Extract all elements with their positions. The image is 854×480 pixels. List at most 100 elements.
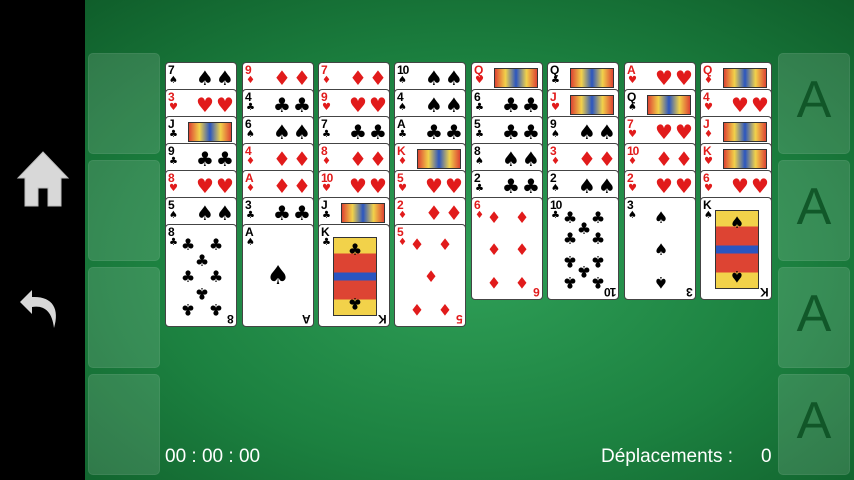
card-pip: ♦ [486, 273, 502, 292]
card-pip: ♦ [514, 240, 530, 259]
card-suit: ♠ [398, 102, 407, 113]
playing-card[interactable]: K ♣ ♣ ♣ K [318, 224, 390, 327]
card-suit: ♣ [322, 237, 331, 248]
card-pip: ♣ [590, 229, 606, 248]
card-rank: 8 [228, 312, 234, 326]
card-suit: ♥ [169, 183, 178, 194]
foundation-label: A [796, 285, 832, 343]
free-cell[interactable] [88, 160, 160, 261]
card-suit: ♣ [246, 210, 255, 221]
undo-button[interactable] [16, 278, 70, 338]
card-pip: ♣ [576, 262, 592, 281]
card-suit: ♣ [475, 102, 484, 113]
foundation-pile[interactable]: A [778, 53, 850, 154]
card-suit: ♠ [628, 210, 637, 221]
card-pip: ♦ [437, 235, 453, 254]
playing-card[interactable]: 6 ♦ ♦ ♦ ♦ ♦ ♦ ♦ 6 [471, 197, 543, 300]
sidebar [0, 0, 85, 480]
card-pip: ♦ [293, 174, 311, 198]
card-suit: ♣ [246, 102, 255, 113]
foundation-pile[interactable]: A [778, 160, 850, 261]
card-suit: ♥ [628, 183, 637, 194]
card-pip: ♣ [522, 93, 540, 117]
card-pip: ♣ [273, 201, 291, 225]
card-pip: ♣ [216, 147, 234, 171]
card-pip: ♠ [293, 120, 311, 144]
card-pip: ♣ [194, 284, 210, 303]
card-suit: ♣ [551, 75, 560, 86]
playing-card[interactable]: A ♠ ♠ A [242, 224, 314, 327]
card-pip: ♦ [425, 201, 443, 225]
foundation-label: A [796, 71, 832, 129]
card-rank: 5 [457, 312, 463, 326]
face-card-art [723, 68, 767, 88]
home-button[interactable] [16, 150, 70, 210]
card-pip: ♣ [180, 235, 196, 254]
card-pip: ♠ [653, 273, 669, 292]
card-suit: ♣ [475, 129, 484, 140]
card-pip: ♦ [578, 147, 596, 171]
card-pip: ♦ [423, 267, 439, 286]
card-pip: ♣ [522, 174, 540, 198]
playing-card[interactable]: 10 ♣ ♣ ♣ ♣ ♣ ♣ ♣ ♣ ♣ ♣ ♣ 10 [547, 197, 619, 300]
face-card-art: ♠ ♠ [715, 210, 759, 289]
foundation-pile[interactable]: A [778, 267, 850, 368]
card-pip: ♦ [675, 147, 693, 171]
card-pip: ♣ [445, 120, 463, 144]
card-suit: ♣ [398, 129, 407, 140]
foundation-pile[interactable]: A [778, 374, 850, 475]
free-cell[interactable] [88, 267, 160, 368]
card-pip: ♠ [578, 174, 596, 198]
card-pip: ♣ [347, 294, 363, 313]
card-pip: ♣ [347, 240, 363, 259]
card-pip: ♦ [369, 147, 387, 171]
card-pip: ♣ [293, 201, 311, 225]
card-pip: ♣ [576, 219, 592, 238]
playing-card[interactable]: 8 ♣ ♣ ♣ ♣ ♣ ♣ ♣ ♣ ♣ 8 [165, 224, 237, 327]
free-cell[interactable] [88, 53, 160, 154]
card-pip: ♣ [349, 120, 367, 144]
card-suit: ♦ [246, 156, 255, 167]
card-suit: ♥ [704, 102, 713, 113]
card-pip: ♦ [369, 66, 387, 90]
card-pip: ♥ [751, 174, 769, 198]
home-icon [16, 151, 70, 207]
card-pip: ♥ [216, 174, 234, 198]
card-suit: ♠ [704, 210, 713, 221]
card-suit: ♣ [169, 129, 178, 140]
face-card-art [417, 149, 461, 169]
card-pip: ♦ [273, 174, 291, 198]
card-pip: ♠ [578, 120, 596, 144]
card-suit: ♥ [704, 183, 713, 194]
card-pip: ♦ [273, 147, 291, 171]
card-pip: ♥ [655, 66, 673, 90]
card-pip: ♠ [425, 93, 443, 117]
face-card-art [723, 122, 767, 142]
card-pip: ♦ [349, 147, 367, 171]
card-suit: ♦ [475, 210, 484, 221]
face-card-art [570, 95, 614, 115]
timer: 00 : 00 : 00 [165, 446, 261, 467]
face-card-art [494, 68, 538, 88]
card-pip: ♣ [369, 120, 387, 144]
moves-count: 0 [761, 446, 772, 467]
card-pip: ♦ [293, 66, 311, 90]
foundation-label: A [796, 392, 832, 450]
card-suit: ♣ [169, 237, 178, 248]
card-pip: ♠ [216, 201, 234, 225]
card-suit: ♠ [628, 102, 637, 113]
card-pip: ♠ [425, 66, 443, 90]
card-suit: ♦ [246, 75, 255, 86]
card-pip: ♠ [522, 147, 540, 171]
card-pip: ♠ [653, 240, 669, 259]
playing-card[interactable]: 3 ♠ ♠ ♠ ♠ 3 [624, 197, 696, 300]
card-pip: ♣ [522, 120, 540, 144]
free-cell[interactable] [88, 374, 160, 475]
card-pip: ♥ [731, 93, 749, 117]
playing-card[interactable]: 5 ♦ ♦ ♦ ♦ ♦ ♦ 5 [394, 224, 466, 327]
card-pip: ♦ [598, 147, 616, 171]
playing-card[interactable]: K ♠ ♠ ♠ K [700, 197, 772, 300]
card-pip: ♣ [562, 229, 578, 248]
card-pip: ♥ [196, 174, 214, 198]
card-suit: ♥ [475, 75, 484, 86]
